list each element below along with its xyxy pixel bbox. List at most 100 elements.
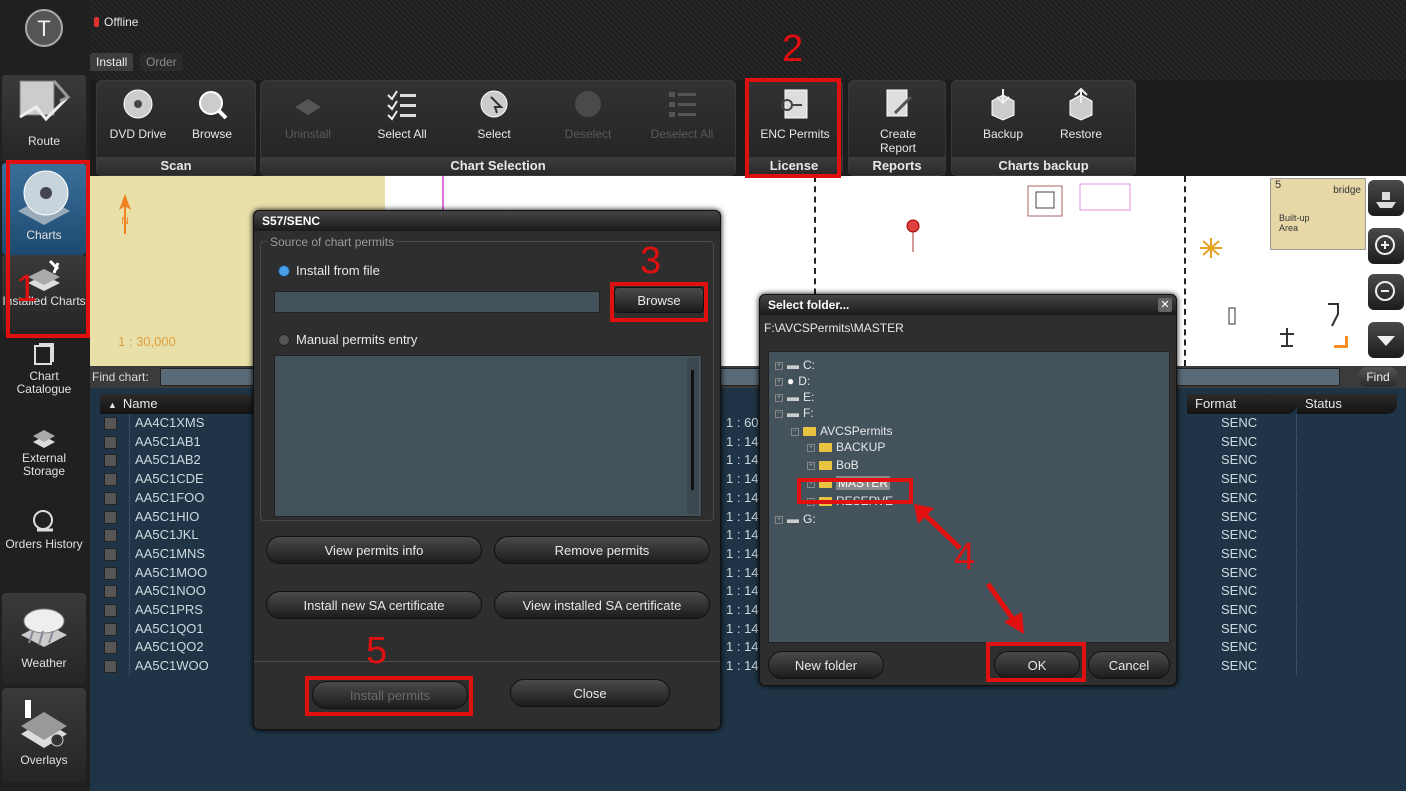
expand-icon[interactable]: +	[775, 393, 783, 402]
expand-icon[interactable]: +	[775, 361, 783, 370]
column-header-format[interactable]: Format	[1187, 394, 1297, 414]
nav-installed-charts[interactable]: Installed Charts	[2, 255, 86, 335]
deselect-button[interactable]: Deselect	[551, 87, 625, 141]
folder-icon	[819, 443, 832, 453]
row-divider	[129, 470, 130, 489]
row-divider	[1296, 544, 1297, 563]
zoom-out-button[interactable]	[1368, 274, 1404, 310]
overlays-icon	[21, 700, 67, 748]
nav-chart-catalogue[interactable]: Chart Catalogue	[2, 340, 86, 418]
row-checkbox[interactable]	[104, 604, 117, 617]
backup-button[interactable]: Backup	[966, 87, 1040, 141]
checklist-icon	[387, 90, 416, 121]
tree-item-c[interactable]: + ▬ C:	[775, 358, 815, 372]
tree-item-e[interactable]: + ▬ E:	[775, 390, 814, 404]
nav-orders-history[interactable]: Orders History	[2, 506, 86, 588]
scan-browse-button[interactable]: Browse	[175, 87, 249, 141]
tree-item-reserve[interactable]: + RESERVE	[807, 494, 893, 508]
install-sa-certificate-button[interactable]: Install new SA certificate	[266, 591, 482, 619]
expand-icon[interactable]: +	[807, 497, 815, 506]
chart-name-cell: AA4C1XMS	[135, 415, 205, 430]
create-report-button[interactable]: Create Report	[861, 87, 935, 155]
close-button[interactable]: Close	[510, 679, 670, 707]
collapse-icon[interactable]: −	[791, 427, 799, 436]
scrollbar-thumb[interactable]	[691, 370, 694, 490]
annotation-number-1: 1	[16, 268, 38, 310]
new-folder-button[interactable]: New folder	[768, 651, 884, 679]
nav-route[interactable]: Route	[2, 75, 86, 163]
enc-permits-button[interactable]: ENC Permits	[758, 87, 832, 141]
remove-permits-button[interactable]: Remove permits	[494, 536, 710, 564]
tab-install[interactable]: Install	[90, 53, 134, 71]
column-header-name[interactable]: ▲ Name	[100, 394, 270, 414]
collapse-icon[interactable]: −	[775, 409, 783, 418]
dvd-drive-button[interactable]: DVD Drive	[101, 87, 175, 141]
row-checkbox[interactable]	[104, 491, 117, 505]
tree-item-d[interactable]: + ● D:	[775, 374, 810, 388]
close-icon[interactable]: ✕	[1158, 298, 1172, 312]
nav-external-storage[interactable]: External Storage	[2, 420, 86, 502]
find-button[interactable]: Find	[1358, 367, 1398, 387]
row-checkbox[interactable]	[104, 547, 117, 561]
expand-icon[interactable]: +	[775, 377, 783, 386]
row-divider	[1296, 563, 1297, 582]
scan-browse-label: Browse	[191, 127, 232, 141]
expand-icon[interactable]: +	[775, 515, 783, 524]
row-divider	[129, 582, 130, 601]
tree-item-g[interactable]: + ▬ G:	[775, 512, 816, 526]
view-sa-certificate-button[interactable]: View installed SA certificate	[494, 591, 710, 619]
row-checkbox[interactable]	[104, 417, 117, 430]
sort-asc-icon: ▲	[108, 400, 117, 410]
column-header-status[interactable]: Status	[1297, 394, 1397, 414]
deselect-all-button[interactable]: Deselect All	[645, 87, 719, 141]
row-checkbox[interactable]	[104, 585, 117, 599]
expand-icon[interactable]: +	[807, 479, 815, 488]
nav-weather[interactable]: Weather	[2, 593, 86, 685]
row-checkbox[interactable]	[104, 510, 117, 524]
ok-button[interactable]: OK	[994, 651, 1080, 679]
tree-item-bob[interactable]: + BoB	[807, 458, 859, 472]
folder-icon	[819, 497, 832, 507]
uninstall-button[interactable]: Uninstall	[271, 87, 345, 141]
permit-file-input[interactable]	[274, 291, 600, 313]
tab-order[interactable]: Order	[140, 53, 183, 71]
tree-item-f[interactable]: − ▬ F:	[775, 406, 814, 420]
chart-scale-cell: 1 : 14	[726, 452, 759, 468]
more-button[interactable]	[1368, 322, 1404, 358]
row-checkbox[interactable]	[104, 454, 117, 468]
install-from-file-radio[interactable]	[278, 265, 290, 277]
nav-overlays[interactable]: Overlays	[2, 688, 86, 782]
textarea-scrollbar[interactable]	[687, 358, 699, 514]
expand-icon[interactable]: +	[807, 461, 815, 470]
nav-charts[interactable]: Charts	[2, 163, 86, 255]
select-button[interactable]: Select	[457, 87, 531, 141]
cancel-button[interactable]: Cancel	[1088, 651, 1170, 679]
install-permits-button[interactable]: Install permits	[312, 681, 468, 709]
row-checkbox[interactable]	[104, 435, 117, 449]
view-permits-info-button[interactable]: View permits info	[266, 536, 482, 564]
row-checkbox[interactable]	[104, 660, 117, 674]
expand-icon[interactable]: +	[807, 443, 815, 452]
chart-name-cell: AA5C1PRS	[135, 602, 203, 617]
toolbar-group-charts-backup: Backup Restore Charts backup	[951, 80, 1136, 176]
row-checkbox[interactable]	[104, 566, 117, 580]
annotation-number-5: 5	[366, 630, 388, 672]
row-checkbox[interactable]	[104, 622, 117, 636]
app-logo[interactable]: T	[2, 8, 86, 48]
select-all-button[interactable]: Select All	[365, 87, 439, 141]
ship-center-button[interactable]	[1368, 180, 1404, 216]
row-checkbox[interactable]	[104, 473, 117, 487]
tree-item-backup[interactable]: + BACKUP	[807, 440, 885, 454]
manual-permits-textarea[interactable]	[274, 355, 702, 517]
tree-item-master[interactable]: + MASTER	[807, 476, 891, 490]
row-divider	[1296, 526, 1297, 545]
restore-button[interactable]: Restore	[1044, 87, 1118, 141]
browse-button[interactable]: Browse	[614, 287, 704, 313]
zoom-in-button[interactable]	[1368, 228, 1404, 264]
manual-entry-radio[interactable]	[278, 334, 290, 346]
find-chart-label: Find chart:	[92, 370, 149, 384]
tree-item-avcspermits[interactable]: − AVCSPermits	[791, 424, 892, 438]
row-divider	[1296, 451, 1297, 470]
row-checkbox[interactable]	[104, 641, 117, 655]
row-checkbox[interactable]	[104, 529, 117, 543]
